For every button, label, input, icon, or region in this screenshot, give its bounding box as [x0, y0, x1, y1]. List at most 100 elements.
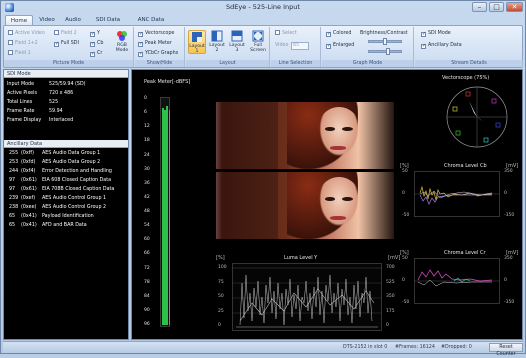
checkbox-vectorscope[interactable]: ✓ Vectorscope [138, 30, 174, 37]
checkbox-field-2[interactable]: Field 2 [54, 30, 77, 37]
axis-tick-label: 100 [218, 265, 227, 270]
checkbox-cb[interactable]: ✓ Cb [90, 40, 103, 47]
checkbox-active-video[interactable]: Active Video [8, 30, 45, 37]
peak-meter-tick-label: 84 [144, 293, 150, 299]
chroma-cr-trace [417, 269, 493, 282]
peak-meter-tick-label: 72 [144, 265, 150, 271]
checkbox-ancillary-data[interactable]: ✓ Ancillary Data [421, 42, 462, 49]
peak-meter-tick-label: 78 [144, 279, 150, 285]
chroma-cb-title: Chroma Level Cb [444, 163, 487, 169]
brightness-thumb[interactable] [382, 38, 387, 45]
peak-meter-tick-label: 12 [144, 124, 150, 130]
ancillary-data-row[interactable]: 244 (0xf4) Error Detection and Handling [7, 168, 127, 176]
axis-tick-label: 0 [386, 323, 389, 328]
app-window: SdEye - 525-Line Input – □ ✕ Home Video … [0, 0, 526, 357]
tab-sdi-data[interactable]: SDI Data [89, 15, 127, 25]
tab-audio[interactable]: Audio [61, 15, 85, 25]
checkbox-cr[interactable]: ✓ Cr [90, 50, 102, 57]
status-dropped: #Dropped: 0 [441, 345, 472, 350]
close-button[interactable]: ✕ [506, 2, 523, 12]
group-picture-mode: Active Video Field 2 ✓ Y Field 1+2 ✓ Full … [4, 27, 134, 67]
ancillary-data-row[interactable]: 238 (0xee) AES Audio Control Group 2 [7, 204, 127, 212]
ancillary-data-row[interactable]: 255 (0xff) AES Audio Data Group 1 [7, 150, 127, 158]
ancillary-hex: (0xff) [21, 151, 34, 156]
vectorscope-trace [469, 101, 477, 117]
checkbox-sdi-mode[interactable]: ✓ SDI Mode [421, 30, 451, 37]
vectorscope-target-yl [452, 106, 458, 112]
contrast-thumb[interactable] [385, 48, 390, 55]
layout-2-button[interactable]: Layout 2 [208, 30, 226, 54]
tab-home[interactable]: Home [5, 15, 33, 25]
ancillary-data-row[interactable]: 65 (0x41) Payload Identification [7, 213, 127, 221]
video-preview-field-2 [216, 172, 394, 239]
sdi-mode-value: 525 [49, 100, 59, 105]
checkbox-field-1-2[interactable]: Field 1+2 [8, 40, 38, 47]
checkbox-colored[interactable]: ✓ Colored [326, 30, 351, 37]
tab-anc-data[interactable]: ANC Data [131, 15, 171, 25]
ancillary-description: Error Detection and Handling [42, 169, 112, 174]
ancillary-data-row[interactable]: 97 (0x61) EIA 608 Closed Caption Data [7, 177, 127, 185]
reset-counter-button[interactable]: Reset Counter [489, 343, 523, 357]
sdi-mode-row: Total Lines 525 [7, 99, 127, 107]
ancillary-data-row[interactable]: 65 (0x41) AFD and BAR Data [7, 222, 127, 230]
sdi-mode-value: 720 x 486 [49, 91, 74, 96]
rgb-icon [117, 31, 127, 41]
ancillary-did: 97 [9, 178, 16, 183]
checkbox-y[interactable]: ✓ Y [90, 30, 100, 37]
axis-tick-label: 700 [386, 265, 395, 270]
axis-tick-label: 175 [386, 308, 395, 314]
peak-meter-tick-label: 42 [144, 194, 150, 200]
layout-1-button[interactable]: Layout 1 [188, 30, 206, 54]
checkbox-peak-meter[interactable]: ✓ Peak Meter [138, 40, 172, 47]
sdi-mode-value: Interlaced [49, 118, 74, 123]
ancillary-data-row[interactable]: 253 (0xfd) AES Audio Data Group 2 [7, 159, 127, 167]
ancillary-hex: (0xef) [21, 196, 36, 201]
maximize-button[interactable]: □ [489, 2, 504, 12]
brightness-slider[interactable] [368, 38, 402, 45]
minimize-button[interactable]: – [472, 2, 487, 12]
chroma-cr-title: Chroma Level Cr [444, 250, 486, 256]
sdi-mode-row: Input Mode 525/59.94 (SD) [7, 81, 127, 89]
axis-tick-label: -50 [402, 213, 410, 218]
checkbox-field-1[interactable]: Field 1 [8, 50, 31, 57]
layout-3-button[interactable]: Layout 3 [228, 30, 246, 54]
full-screen-button[interactable]: Full Screen [248, 30, 268, 54]
luma-title: Luma Level Y [284, 255, 318, 261]
vectorscope-target-b [495, 122, 501, 128]
group-layout: Layout 1 Layout 2 Layout 3 Full Screen L… [186, 27, 270, 67]
rgb-mode-button[interactable]: RGB Mode [112, 30, 132, 54]
ancillary-description: AES Audio Control Group 2 [42, 205, 107, 210]
layout-2-label: Layout 2 [209, 43, 225, 53]
layout-1-icon [192, 32, 202, 42]
tab-video[interactable]: Video [35, 15, 59, 25]
axis-tick-label: 0 [504, 191, 507, 196]
checkbox-ycbcr-graphs[interactable]: ✓ YCbCr Graphs [138, 50, 178, 57]
ancillary-data-row[interactable]: 97 (0x61) EIA 708B Closed Caption Data [7, 186, 127, 194]
sdi-mode-row: Frame Rate 59.94 [7, 108, 127, 116]
sdi-mode-row: Frame Display Interlaced [7, 117, 127, 125]
video-line-spinner[interactable]: 85 [291, 42, 309, 50]
contrast-slider[interactable] [368, 48, 402, 55]
peak-meter-bar [168, 110, 171, 325]
vectorscope-target-cy [483, 137, 489, 143]
ancillary-data-row[interactable]: 239 (0xef) AES Audio Control Group 1 [7, 195, 127, 203]
group-line-selection: Select Video 85 Line Selection [271, 27, 321, 67]
ancillary-hex: (0x61) [21, 187, 37, 192]
group-show-hide: ✓ Vectorscope ✓ Peak Meter ✓ YCbCr Graphs S… [135, 27, 185, 67]
video-border [216, 102, 279, 169]
status-bar: DTS-2152 in slot 0 #Frames: 16124 #Dropp… [3, 341, 523, 357]
peak-meter-tick-label: 0 [144, 96, 147, 101]
ancillary-data-header: Ancillary Data [4, 140, 128, 148]
video-face [315, 107, 362, 161]
sdi-mode-value: 59.94 [49, 109, 63, 114]
axis-tick-label: 75 [218, 279, 224, 285]
checkbox-enlarged[interactable]: ✓ Enlarged [326, 42, 354, 49]
peak-meter-tick-label: 96 [144, 322, 150, 327]
main-display: Peak Meter[-dBFS] 0 6 12 18 24 30 36 42 48 54 60 66… [131, 69, 523, 340]
checkbox-full-sdi[interactable]: ✓ Full SDI [54, 40, 79, 47]
video-lips [329, 146, 346, 151]
checkbox-select[interactable]: Select [275, 30, 297, 37]
axis-tick-label: -350 [504, 213, 515, 218]
peak-meter-tick-label: 18 [144, 138, 150, 144]
peak-meter-tick-label: 66 [144, 251, 150, 257]
